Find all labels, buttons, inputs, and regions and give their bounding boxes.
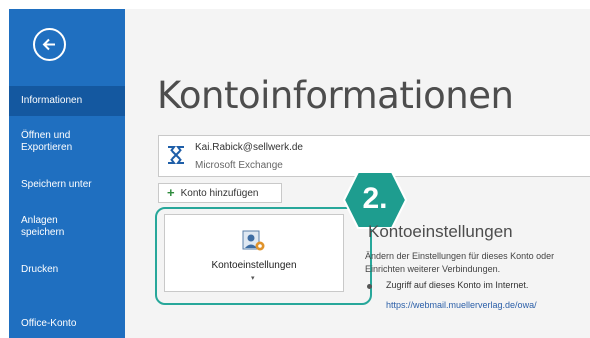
sidebar-item-label: Office-Konto — [21, 318, 77, 329]
account-settings-description: Ändern der Einstellungen für dieses Kont… — [365, 251, 555, 274]
sidebar: Informationen Öffnen und Exportieren Spe… — [9, 9, 125, 338]
sidebar-item-label: Speichern unter — [21, 179, 92, 190]
owa-link[interactable]: https://webmail.muellerverlag.de/owa/ — [386, 300, 537, 310]
sidebar-item-oeffnen-exportieren[interactable]: Öffnen und Exportieren — [9, 130, 125, 154]
account-settings-title: Kontoeinstellungen — [368, 222, 513, 241]
sidebar-item-label: Anlagen speichern — [21, 215, 65, 238]
account-email: Kai.Rabick@sellwerk.de — [195, 142, 303, 153]
page-title: Kontoinformationen — [157, 74, 514, 117]
add-account-button[interactable]: + Konto hinzufügen — [158, 183, 282, 203]
highlight-frame — [155, 207, 372, 305]
sidebar-item-informationen[interactable]: Informationen — [9, 86, 125, 116]
exchange-icon — [168, 146, 184, 164]
sidebar-item-anlagen-speichern[interactable]: Anlagen speichern — [9, 215, 125, 239]
add-account-label: Konto hinzufügen — [180, 187, 259, 199]
back-button[interactable] — [33, 28, 66, 61]
bullet-icon — [367, 284, 372, 289]
step-badge: 2. — [342, 170, 408, 230]
sidebar-item-speichern-unter[interactable]: Speichern unter — [9, 179, 125, 191]
arrow-left-icon — [42, 38, 55, 51]
sidebar-item-office-konto[interactable]: Office-Konto — [9, 318, 125, 330]
step-badge-label: 2. — [362, 182, 388, 215]
account-type: Microsoft Exchange — [195, 160, 283, 171]
sidebar-item-label: Drucken — [21, 264, 59, 275]
sidebar-item-drucken[interactable]: Drucken — [9, 264, 125, 276]
sidebar-item-label: Öffnen und Exportieren — [21, 130, 73, 153]
plus-icon: + — [167, 185, 175, 200]
sidebar-item-label: Informationen — [21, 95, 83, 106]
web-access-text: Zugriff auf dieses Konto im Internet. — [386, 280, 529, 290]
